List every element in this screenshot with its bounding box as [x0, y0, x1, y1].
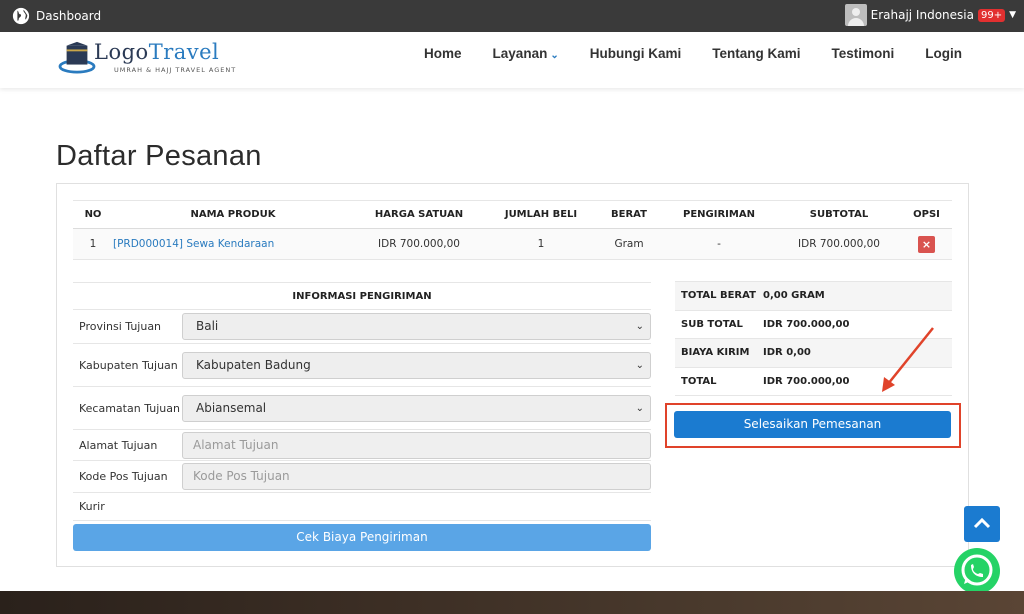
address-row: Alamat Tujuan Alamat Tujuan: [73, 430, 651, 461]
totals-row: TOTAL BERAT 0,00 GRAM: [675, 282, 952, 311]
main-nav: Home Layanan ⌄ Hubungi Kami Tentang Kami …: [424, 46, 962, 61]
nav-login[interactable]: Login: [925, 46, 962, 61]
col-header: OPSI: [901, 200, 952, 229]
dropdown-arrow-icon: ⌄: [635, 359, 644, 371]
cell-price: IDR 700.000,00: [353, 228, 485, 260]
col-header: HARGA SATUAN: [353, 200, 485, 229]
chevron-down-icon: ⌄: [550, 50, 559, 61]
dropdown-arrow-icon: ⌄: [635, 402, 644, 414]
brand-tagline: UMRAH & HAJJ TRAVEL AGENT: [114, 66, 237, 74]
cell-shipping: -: [661, 228, 777, 260]
nav-home[interactable]: Home: [424, 46, 462, 61]
dropdown-arrow-icon: ⌄: [635, 321, 644, 332]
brand-word-1: Logo: [94, 40, 149, 64]
nav-testimoni[interactable]: Testimoni: [831, 46, 894, 61]
address-input[interactable]: Alamat Tujuan: [182, 431, 651, 459]
province-value: Bali: [196, 319, 219, 333]
notification-badge: 99+: [977, 8, 1006, 22]
postal-row: Kode Pos Tujuan Kode Pos Tujuan: [73, 461, 651, 493]
check-shipping-cost-button[interactable]: Cek Biaya Pengiriman: [73, 524, 651, 551]
col-header: BERAT: [597, 200, 661, 229]
avatar: [844, 4, 867, 26]
dashboard-link[interactable]: Dashboard: [12, 7, 101, 25]
nav-layanan-label: Layanan: [492, 46, 548, 61]
cell-weight: Gram: [597, 228, 661, 260]
province-label: Provinsi Tujuan: [79, 320, 162, 333]
shipping-info: INFORMASI PENGIRIMAN Provinsi Tujuan Bal…: [73, 282, 651, 521]
shipping-heading: INFORMASI PENGIRIMAN: [73, 282, 651, 310]
brand-word-2: Travel: [148, 40, 220, 64]
col-header: NAMA PRODUK: [113, 200, 353, 229]
col-header: PENGIRIMAN: [661, 200, 777, 229]
nav-tentang-kami[interactable]: Tentang Kami: [712, 46, 800, 61]
delete-item-button[interactable]: ×: [918, 235, 935, 253]
col-header: JUMLAH BELI: [485, 200, 597, 229]
district-label: Kecamatan Tujuan: [79, 401, 180, 415]
cell-no: 1: [73, 228, 113, 260]
logo[interactable]: LogoTravel UMRAH & HAJJ TRAVEL AGENT: [58, 38, 235, 78]
caret-down-icon: ▼: [1009, 10, 1016, 20]
scroll-to-top-button[interactable]: [964, 506, 1000, 542]
finish-order-button[interactable]: Selesaikan Pemesanan: [674, 411, 951, 438]
user-menu[interactable]: Erahajj Indonesia 99+ ▼: [844, 4, 1016, 26]
regency-value: Kabupaten Badung: [196, 357, 311, 372]
totals-value: 0,00 GRAM: [763, 290, 825, 302]
whatsapp-icon[interactable]: [952, 546, 1002, 596]
district-select[interactable]: Abiansemal ⌄: [182, 394, 651, 422]
annotation-arrow-icon: [882, 327, 934, 392]
globe-icon: [12, 7, 30, 25]
totals-label: BIAYA KIRIM: [681, 347, 750, 359]
regency-row: Kabupaten Tujuan Kabupaten Badung ⌄: [73, 344, 651, 387]
brand-name: LogoTravel: [94, 40, 219, 64]
courier-label: Kurir: [79, 500, 105, 513]
province-select[interactable]: Bali ⌄: [182, 313, 651, 340]
chevron-up-icon: [973, 517, 991, 529]
nav-layanan[interactable]: Layanan ⌄: [493, 46, 559, 61]
postal-label: Kode Pos Tujuan: [79, 470, 168, 483]
col-header: NO: [73, 200, 113, 229]
totals-label: TOTAL: [681, 375, 717, 387]
kaaba-logo-icon: [58, 41, 96, 74]
regency-label: Kabupaten Tujuan: [79, 358, 178, 372]
postal-input[interactable]: Kode Pos Tujuan: [182, 463, 651, 490]
page-title: Daftar Pesanan: [56, 140, 262, 172]
product-link[interactable]: [PRD000014] Sewa Kendaraan: [113, 228, 353, 260]
dashboard-label: Dashboard: [36, 9, 102, 23]
regency-select[interactable]: Kabupaten Badung ⌄: [182, 351, 651, 379]
user-name: Erahajj Indonesia: [870, 8, 974, 22]
totals-label: TOTAL BERAT: [681, 290, 756, 302]
footer-background: [0, 591, 1024, 614]
col-header: SUBTOTAL: [777, 200, 901, 229]
district-value: Abiansemal: [196, 400, 267, 415]
nav-hubungi-kami[interactable]: Hubungi Kami: [590, 46, 682, 61]
province-row: Provinsi Tujuan Bali ⌄: [73, 310, 651, 344]
table-row: 1 [PRD000014] Sewa Kendaraan IDR 700.000…: [73, 228, 952, 260]
cell-subtotal: IDR 700.000,00: [777, 228, 901, 260]
cell-option: ×: [901, 228, 952, 260]
table-header-row: NO NAMA PRODUK HARGA SATUAN JUMLAH BELI …: [73, 200, 952, 229]
courier-row: Kurir: [73, 493, 651, 521]
address-label: Alamat Tujuan: [79, 438, 158, 452]
district-row: Kecamatan Tujuan Abiansemal ⌄: [73, 387, 651, 430]
orders-table: NO NAMA PRODUK HARGA SATUAN JUMLAH BELI …: [73, 200, 952, 260]
site-header: LogoTravel UMRAH & HAJJ TRAVEL AGENT Hom…: [0, 32, 1024, 88]
admin-bar: Dashboard Erahajj Indonesia 99+ ▼: [0, 0, 1024, 32]
cell-qty: 1: [485, 228, 597, 260]
totals-label: SUB TOTAL: [681, 318, 743, 330]
order-card: NO NAMA PRODUK HARGA SATUAN JUMLAH BELI …: [56, 183, 969, 567]
